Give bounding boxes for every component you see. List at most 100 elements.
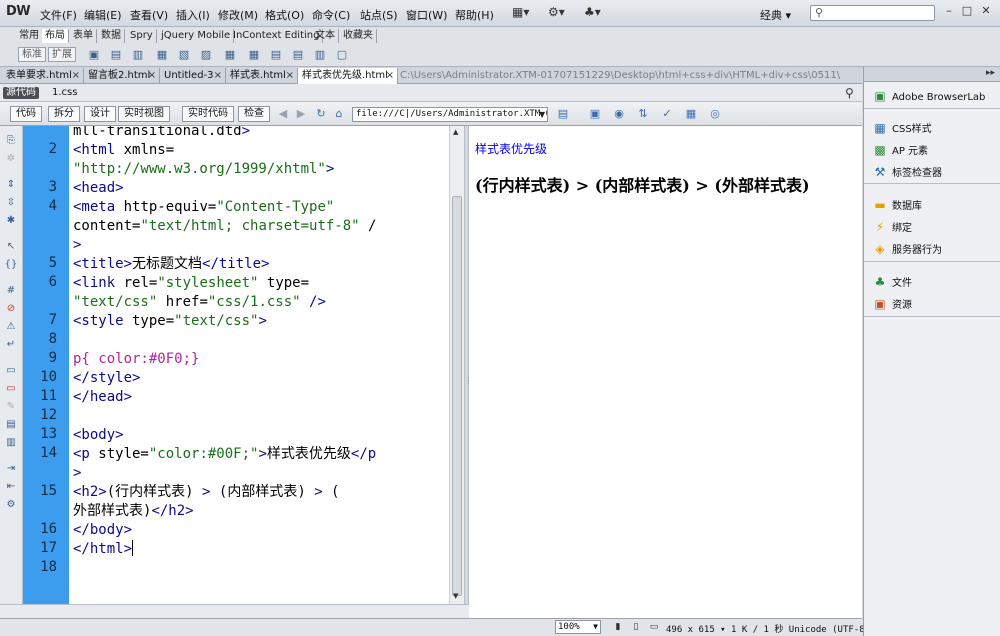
address-input[interactable]: file:///C|/Users/Administrator.XTM-017 (352, 107, 548, 122)
insert-tab-layout[interactable]: 布局 (42, 29, 69, 43)
scroll-up-icon[interactable]: ▲ (453, 128, 458, 136)
code-line[interactable]: <title>无标题文档</title> (73, 255, 269, 274)
menu-format[interactable]: 格式(O) (265, 7, 304, 23)
collapsible-icon[interactable]: ▨ (198, 47, 214, 62)
insert-tab-data[interactable]: 数据 (98, 29, 125, 43)
code-line[interactable]: </body> (73, 521, 132, 540)
expand-all-icon[interactable]: ✱ (4, 214, 18, 227)
expanded-mode-button[interactable]: 扩展 (48, 47, 76, 62)
code-line[interactable]: > (73, 464, 81, 483)
page-options-icon[interactable]: ▤ (556, 107, 570, 121)
table-grid-icon[interactable]: ▦ (246, 47, 262, 62)
show-code-navigator-icon[interactable]: ✲ (4, 152, 18, 165)
insert-tab-jquery-mobile[interactable]: jQuery Mobile (158, 29, 235, 43)
insert-tab-spry[interactable]: Spry (127, 29, 157, 43)
outdent-icon[interactable]: ⇤ (4, 480, 18, 493)
home-icon[interactable]: ⌂ (332, 107, 346, 121)
inspect-button[interactable]: 检查 (238, 106, 270, 122)
menu-insert[interactable]: 插入(I) (176, 7, 210, 23)
code-line[interactable]: <html xmlns= (73, 141, 174, 160)
highlight-invalid-icon[interactable]: ⊘ (4, 302, 18, 315)
close-icon[interactable]: × (386, 68, 394, 83)
close-icon[interactable]: × (148, 68, 156, 83)
close-icon[interactable]: × (72, 68, 80, 83)
open-documents-icon[interactable]: ⎘ (4, 134, 18, 147)
code-line[interactable]: </style> (73, 369, 140, 388)
menu-site[interactable]: 站点(S) (360, 7, 398, 23)
ap-div-icon[interactable]: ▤ (108, 47, 124, 62)
live-view-button[interactable]: 实时视图 (118, 106, 170, 122)
close-button[interactable]: ✕ (977, 3, 995, 19)
related-file-css[interactable]: 1.css (52, 87, 77, 98)
move-css-icon[interactable]: ▥ (4, 436, 18, 449)
insert-tab-favorites[interactable]: 收藏夹 (340, 29, 377, 43)
design-view-button[interactable]: 设计 (84, 106, 116, 122)
menu-commands[interactable]: 命令(C) (312, 7, 350, 23)
panel-ap-elements[interactable]: ▩ AP 元素 (872, 142, 928, 157)
doc-tab-untitled[interactable]: Untitled-3 × (160, 68, 226, 84)
help-search-input[interactable]: ⚲ (810, 5, 935, 21)
accordion-icon[interactable]: ▧ (176, 47, 192, 62)
panel-bindings[interactable]: ⚡ 绑定 (872, 219, 912, 234)
code-line[interactable]: <h2>(行内样式表) > (内部样式表) > ( (73, 483, 339, 502)
menu-modify[interactable]: 修改(M) (218, 7, 258, 23)
code-scrollbar[interactable]: ▲ ▼ (449, 126, 464, 604)
row-below-icon[interactable]: ▤ (290, 47, 306, 62)
file-management-icon[interactable]: ⇅ (636, 107, 650, 121)
panel-tag-inspector[interactable]: ⚒ 标签检查器 (872, 164, 942, 179)
menu-help[interactable]: 帮助(H) (455, 7, 494, 23)
insert-tab-text[interactable]: 文本 (312, 29, 339, 43)
spry-tab-icon[interactable]: ▦ (154, 47, 170, 62)
forward-icon[interactable]: ▶ (294, 107, 308, 121)
visual-aids-icon[interactable]: ▦ (684, 107, 698, 121)
line-numbers-icon[interactable]: # (4, 284, 18, 297)
panel-assets[interactable]: ▣ 资源 (872, 296, 912, 311)
code-line[interactable]: <head> (73, 179, 124, 198)
source-code-button[interactable]: 源代码 (3, 87, 39, 99)
code-line[interactable]: </head> (73, 388, 132, 407)
code-line[interactable]: mll-transitional.dtd> (73, 126, 250, 141)
indent-icon[interactable]: ⇥ (4, 462, 18, 475)
standard-mode-button[interactable]: 标准 (18, 47, 46, 62)
panel-server-behaviors[interactable]: ◈ 服务器行为 (872, 241, 942, 256)
doc-tab-priority[interactable]: 样式表优先级.html × (298, 68, 398, 84)
syntax-error-icon[interactable]: ⚠ (4, 320, 18, 333)
doc-tab-form[interactable]: 表单要求.html × (2, 68, 84, 84)
code-hscroll[interactable] (0, 604, 469, 618)
code-view-button[interactable]: 代码 (10, 106, 42, 122)
close-icon[interactable]: × (286, 68, 294, 83)
code-editor[interactable]: mll-transitional.dtd> <html xmlns= "http:/… (69, 126, 449, 604)
menu-file[interactable]: 文件(F) (40, 7, 77, 23)
maximize-button[interactable]: □ (958, 3, 976, 19)
window-size-icon[interactable]: ▭ (648, 621, 660, 633)
split-view-button[interactable]: 拆分 (48, 106, 80, 122)
menu-edit[interactable]: 编辑(E) (84, 7, 122, 23)
panel-databases[interactable]: ▬ 数据库 (872, 197, 922, 212)
live-code-button[interactable]: 实时代码 (182, 106, 234, 122)
scroll-down-icon[interactable]: ▼ (453, 592, 458, 600)
row-above-icon[interactable]: ▤ (268, 47, 284, 62)
code-line[interactable]: </html> (73, 540, 134, 559)
code-line[interactable]: "text/css" href="css/1.css" /> (73, 293, 326, 312)
multiscreen-icon[interactable]: ▣ (588, 107, 602, 121)
zoom-select[interactable]: 100% ▼ (555, 620, 601, 634)
w3c-validation-icon[interactable]: ✓ (660, 107, 674, 121)
scroll-thumb[interactable] (452, 196, 462, 596)
collapse-selection-icon[interactable]: ⇳ (4, 196, 18, 209)
preview-browser-icon[interactable]: ◉ (612, 107, 626, 121)
insert-tab-common[interactable]: 常用 (16, 29, 43, 43)
div-icon[interactable]: ▣ (86, 47, 102, 62)
select-parent-tag-icon[interactable]: ↖ (4, 240, 18, 253)
site-icon[interactable]: ♣▾ (584, 5, 601, 19)
insert-tab-forms[interactable]: 表单 (70, 29, 97, 43)
table-icon[interactable]: ▦ (222, 47, 238, 62)
panel-files[interactable]: ♣ 文件 (872, 274, 912, 289)
recent-snippets-icon[interactable]: ▤ (4, 418, 18, 431)
word-wrap-icon[interactable]: ↵ (4, 338, 18, 351)
menu-window[interactable]: 窗口(W) (406, 7, 447, 23)
design-heading[interactable]: (行内样式表) > (内部样式表) > (外部样式表) (475, 172, 810, 196)
wrap-tag-icon[interactable]: ✎ (4, 400, 18, 413)
doc-tab-stylesheet[interactable]: 样式表.html × (226, 68, 298, 84)
chevron-down-icon[interactable]: ▼ (539, 107, 545, 122)
code-line[interactable]: <meta http-equiv="Content-Type" (73, 198, 334, 217)
